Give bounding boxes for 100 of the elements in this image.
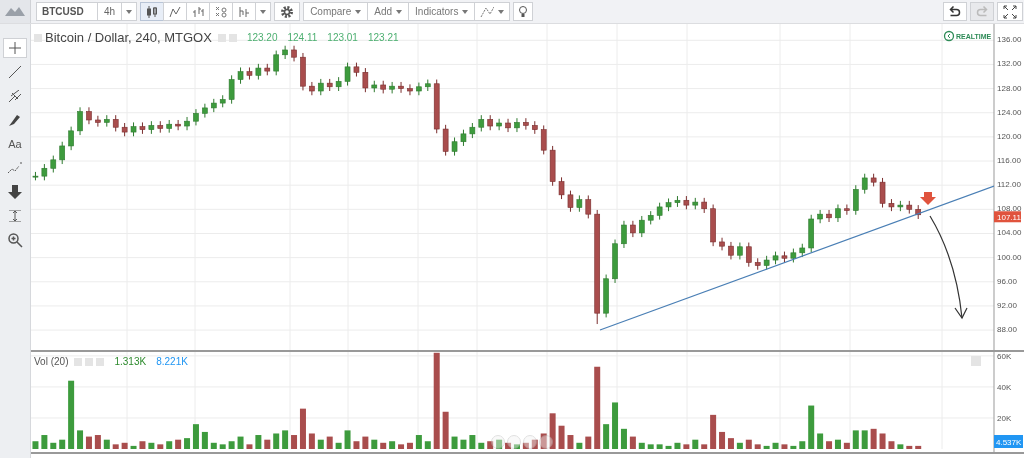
candle bbox=[844, 204, 850, 216]
candle bbox=[540, 124, 547, 155]
axis-label: 100.00 bbox=[997, 252, 1022, 262]
candle bbox=[532, 120, 538, 135]
candle bbox=[246, 66, 253, 81]
candle bbox=[701, 197, 707, 214]
candle bbox=[59, 141, 65, 165]
price-tag: 107.11 bbox=[994, 211, 1021, 223]
candle bbox=[371, 80, 378, 93]
line-style-button[interactable] bbox=[163, 2, 188, 21]
candle bbox=[514, 117, 520, 133]
candle bbox=[416, 82, 422, 96]
expand-icon bbox=[1003, 4, 1017, 19]
candle bbox=[228, 74, 235, 105]
brush-icon bbox=[9, 114, 21, 126]
caret-icon bbox=[260, 9, 267, 14]
line-icon bbox=[9, 66, 21, 78]
candle bbox=[300, 52, 306, 91]
candle bbox=[335, 76, 342, 92]
pattern-icon bbox=[8, 162, 22, 174]
candle bbox=[104, 114, 110, 128]
axis-label: 124.00 bbox=[997, 107, 1022, 117]
candle bbox=[273, 50, 279, 76]
down-arrow-icon bbox=[920, 192, 936, 205]
menu-button[interactable]: Compare bbox=[303, 2, 369, 21]
xo-icon bbox=[215, 5, 228, 18]
candle bbox=[763, 255, 770, 271]
candle bbox=[50, 155, 57, 173]
candle bbox=[826, 209, 832, 223]
trend-line[interactable] bbox=[599, 185, 994, 331]
candle bbox=[870, 173, 877, 187]
caret-icon bbox=[126, 9, 133, 14]
candle bbox=[630, 220, 636, 238]
candle bbox=[291, 45, 297, 62]
candle bbox=[915, 204, 921, 220]
ohlc-bars-icon bbox=[192, 5, 205, 18]
candle bbox=[621, 220, 627, 249]
candle bbox=[888, 198, 895, 212]
candle bbox=[808, 214, 814, 253]
point-figure-style-button[interactable] bbox=[209, 2, 234, 21]
candle bbox=[282, 45, 288, 60]
chart-title: Bitcoin / Dollar, 240, MTGOX bbox=[45, 30, 212, 45]
fullscreen-button[interactable] bbox=[997, 2, 1023, 21]
candle bbox=[790, 248, 797, 263]
axis-label: 108.00 bbox=[997, 204, 1022, 214]
line-chart-icon bbox=[169, 5, 182, 18]
candle bbox=[781, 251, 788, 263]
undo-button[interactable] bbox=[943, 2, 967, 21]
style-dropdown-button[interactable] bbox=[255, 2, 272, 21]
candle bbox=[318, 78, 324, 96]
candle bbox=[683, 195, 690, 210]
settings-button[interactable] bbox=[274, 2, 301, 21]
candle bbox=[567, 190, 574, 213]
axis-label: 40K bbox=[997, 382, 1012, 392]
candle bbox=[772, 251, 779, 265]
gear-icon bbox=[280, 4, 295, 19]
axis-label: 60K bbox=[997, 352, 1012, 361]
candle bbox=[906, 200, 913, 215]
undo-icon bbox=[949, 5, 961, 18]
candle bbox=[211, 98, 217, 113]
candle bbox=[612, 239, 618, 284]
candle bbox=[478, 114, 485, 132]
interval-dropdown-button[interactable] bbox=[121, 2, 138, 21]
text-tool-button[interactable]: Aa bbox=[3, 134, 27, 154]
candle bbox=[219, 94, 226, 108]
step-chart-icon bbox=[238, 5, 251, 18]
candle bbox=[32, 171, 39, 181]
symbol-field[interactable]: BTCUSD bbox=[36, 2, 98, 21]
candle bbox=[175, 119, 181, 131]
caret-icon bbox=[498, 9, 505, 14]
candles-style-button[interactable] bbox=[140, 2, 165, 21]
axis-label: 128.00 bbox=[997, 83, 1022, 93]
candle bbox=[656, 202, 663, 221]
ohlc-value: 123.20 bbox=[246, 32, 278, 43]
candle bbox=[264, 63, 271, 76]
drawings-button[interactable] bbox=[474, 2, 511, 21]
volume-reading: 1.313K bbox=[114, 356, 147, 367]
candle bbox=[309, 81, 315, 96]
hint-button[interactable] bbox=[513, 2, 534, 21]
menu-button[interactable]: Add bbox=[367, 2, 410, 21]
candle bbox=[112, 114, 119, 132]
candle bbox=[193, 108, 199, 126]
axis-label: 120.00 bbox=[997, 131, 1022, 141]
candle bbox=[576, 194, 583, 213]
axis-label: 132.00 bbox=[997, 59, 1022, 69]
axis-label: 92.00 bbox=[997, 300, 1018, 310]
candle bbox=[728, 241, 734, 260]
candle bbox=[835, 204, 841, 223]
candle bbox=[237, 66, 244, 85]
redo-icon bbox=[976, 5, 988, 18]
candle bbox=[692, 197, 699, 210]
candle bbox=[353, 62, 360, 77]
bars-style-button[interactable] bbox=[186, 2, 211, 21]
candle bbox=[496, 118, 502, 131]
candle bbox=[879, 177, 886, 209]
renko-style-button[interactable] bbox=[232, 2, 257, 21]
ohlc-value: 123.01 bbox=[327, 32, 358, 43]
candle bbox=[442, 124, 449, 157]
caret-icon bbox=[355, 9, 362, 14]
menu-button[interactable]: Indicators bbox=[408, 2, 476, 21]
